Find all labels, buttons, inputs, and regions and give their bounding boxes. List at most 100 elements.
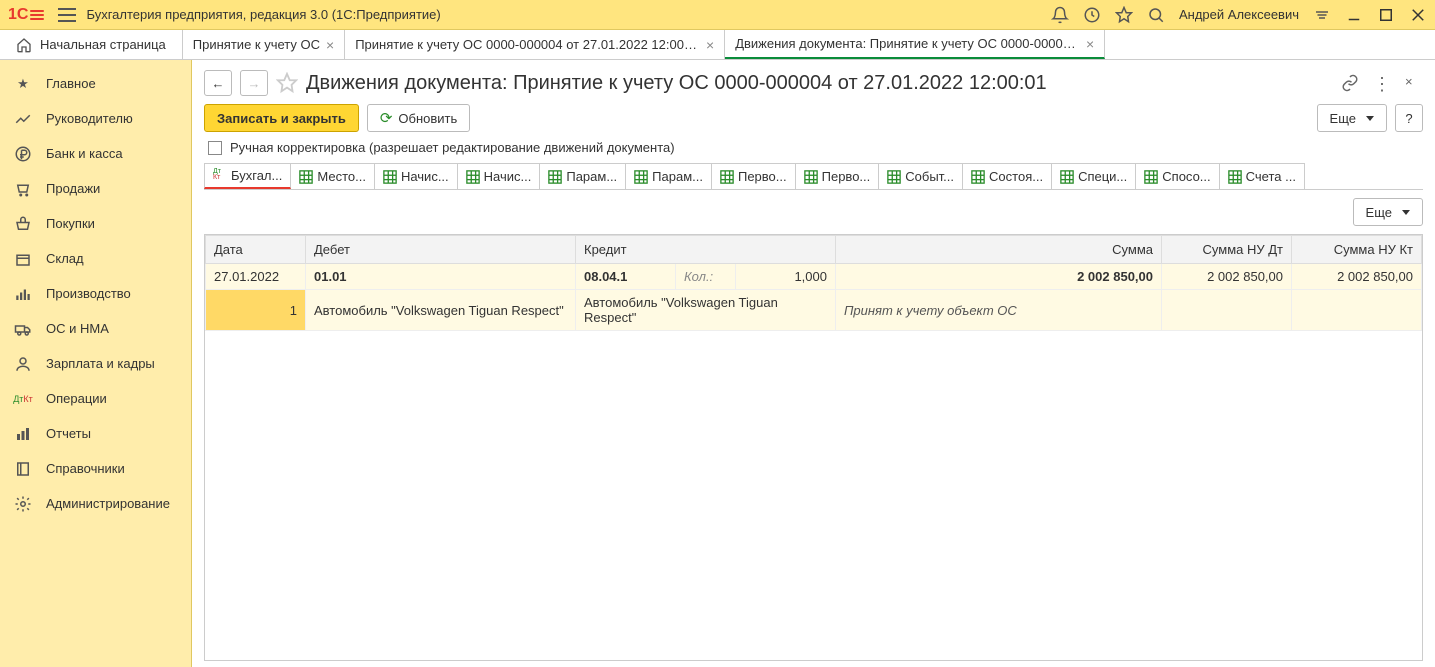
subtab-1[interactable]: Место... (290, 163, 375, 189)
subtab-0[interactable]: ДтКтБухгал... (204, 163, 291, 189)
link-icon[interactable] (1341, 74, 1359, 92)
more-icon[interactable]: ⋮ (1373, 74, 1391, 92)
app-title: Бухгалтерия предприятия, редакция 3.0 (1… (86, 7, 1051, 22)
sidebar-item-os-nma[interactable]: ОС и НМА (0, 311, 191, 346)
subtab-label: Счета ... (1246, 169, 1296, 184)
sidebar-label: Отчеты (46, 426, 91, 441)
menu-icon[interactable] (58, 8, 76, 22)
refresh-button[interactable]: ⟳Обновить (367, 104, 470, 132)
sidebar-label: Склад (46, 251, 84, 266)
tab-close-icon[interactable]: × (706, 37, 714, 53)
subtab-label: Спосо... (1162, 169, 1210, 184)
sidebar-item-sales[interactable]: Продажи (0, 171, 191, 206)
th-sum[interactable]: Сумма (836, 236, 1162, 264)
history-icon[interactable] (1083, 6, 1101, 24)
sidebar-item-main[interactable]: ★Главное (0, 66, 191, 101)
tab-2[interactable]: Движения документа: Принятие к учету ОС … (725, 30, 1105, 59)
grid-icon (971, 170, 985, 184)
subtab-2[interactable]: Начис... (374, 163, 458, 189)
table-row[interactable]: 1 Автомобиль "Volkswagen Tiguan Respect"… (206, 290, 1422, 331)
sidebar-label: Продажи (46, 181, 100, 196)
subtab-6[interactable]: Перво... (711, 163, 796, 189)
cell-debit-acct: 01.01 (306, 264, 576, 290)
tab-close-icon[interactable]: × (1086, 36, 1094, 52)
factory-icon (14, 285, 32, 303)
subtab-label: Состоя... (989, 169, 1043, 184)
grid-icon (548, 170, 562, 184)
logo-1c: 1C (8, 6, 44, 24)
write-close-button[interactable]: Записать и закрыть (204, 104, 359, 132)
cell-qty-label: Кол.: (676, 264, 736, 290)
tab-1[interactable]: Принятие к учету ОС 0000-000004 от 27.01… (345, 30, 725, 59)
sidebar-label: Руководителю (46, 111, 133, 126)
sidebar-label: Главное (46, 76, 96, 91)
cell-credit-acct: 08.04.1 (576, 264, 676, 290)
cell-sum-nu-dt: 2 002 850,00 (1162, 264, 1292, 290)
sidebar-item-production[interactable]: Производство (0, 276, 191, 311)
cell-empty (1162, 290, 1292, 331)
close-icon[interactable] (1409, 6, 1427, 24)
grid-icon (887, 170, 901, 184)
sidebar-item-warehouse[interactable]: Склад (0, 241, 191, 276)
grid-icon (466, 170, 480, 184)
table-header-row: Дата Дебет Кредит Сумма Сумма НУ Дт Сумм… (206, 236, 1422, 264)
maximize-icon[interactable] (1377, 6, 1395, 24)
table-more-button[interactable]: Еще (1353, 198, 1423, 226)
th-date[interactable]: Дата (206, 236, 306, 264)
sidebar-item-operations[interactable]: ДтКтОперации (0, 381, 191, 416)
grid-icon (804, 170, 818, 184)
th-sum-nu-kt[interactable]: Сумма НУ Кт (1292, 236, 1422, 264)
subtab-10[interactable]: Специ... (1051, 163, 1136, 189)
nav-back-button[interactable]: ← (204, 70, 232, 96)
th-debit[interactable]: Дебет (306, 236, 576, 264)
search-icon[interactable] (1147, 6, 1165, 24)
sidebar-item-directories[interactable]: Справочники (0, 451, 191, 486)
close-panel-icon[interactable]: × (1405, 74, 1423, 92)
help-button[interactable]: ? (1395, 104, 1423, 132)
th-sum-nu-dt[interactable]: Сумма НУ Дт (1162, 236, 1292, 264)
sidebar-item-bank[interactable]: Банк и касса (0, 136, 191, 171)
subtab-12[interactable]: Счета ... (1219, 163, 1305, 189)
settings-icon[interactable] (1313, 6, 1331, 24)
sidebar-label: Справочники (46, 461, 125, 476)
tab-close-icon[interactable]: × (326, 37, 334, 53)
refresh-icon: ⟳ (380, 109, 393, 127)
tab-label: Принятие к учету ОС (193, 37, 320, 52)
table-row[interactable]: 27.01.2022 01.01 08.04.1 Кол.: 1,000 2 0… (206, 264, 1422, 290)
manual-edit-label: Ручная корректировка (разрешает редактир… (230, 140, 675, 155)
cell-qty: 1,000 (736, 264, 836, 290)
more-button[interactable]: Еще (1317, 104, 1387, 132)
subtab-label: Парам... (566, 169, 617, 184)
sidebar-item-admin[interactable]: Администрирование (0, 486, 191, 521)
sidebar-item-manager[interactable]: Руководителю (0, 101, 191, 136)
subtab-3[interactable]: Начис... (457, 163, 541, 189)
subtab-9[interactable]: Состоя... (962, 163, 1052, 189)
sidebar-label: Администрирование (46, 496, 170, 511)
bell-icon[interactable] (1051, 6, 1069, 24)
grid-icon (634, 170, 648, 184)
subtab-label: Начис... (401, 169, 449, 184)
minimize-icon[interactable] (1345, 6, 1363, 24)
th-credit[interactable]: Кредит (576, 236, 836, 264)
subtab-8[interactable]: Событ... (878, 163, 963, 189)
cell-credit-obj: Автомобиль "Volkswagen Tiguan Respect" (576, 290, 836, 331)
manual-edit-checkbox[interactable] (208, 141, 222, 155)
sidebar-item-purchases[interactable]: Покупки (0, 206, 191, 241)
basket-icon (14, 215, 32, 233)
subtab-11[interactable]: Спосо... (1135, 163, 1219, 189)
subtab-5[interactable]: Парам... (625, 163, 712, 189)
favorite-icon[interactable] (276, 72, 298, 94)
home-tab[interactable]: Начальная страница (0, 30, 183, 59)
subtab-7[interactable]: Перво... (795, 163, 880, 189)
subtab-4[interactable]: Парам... (539, 163, 626, 189)
sidebar-label: Покупки (46, 216, 95, 231)
nav-forward-button[interactable]: → (240, 70, 268, 96)
subtab-label: Событ... (905, 169, 954, 184)
button-label: Еще (1366, 205, 1392, 220)
sidebar: ★Главное Руководителю Банк и касса Прода… (0, 60, 192, 667)
star-icon[interactable] (1115, 6, 1133, 24)
sidebar-item-hr[interactable]: Зарплата и кадры (0, 346, 191, 381)
sidebar-item-reports[interactable]: Отчеты (0, 416, 191, 451)
tab-0[interactable]: Принятие к учету ОС × (183, 30, 345, 59)
user-name[interactable]: Андрей Алексеевич (1179, 7, 1299, 22)
